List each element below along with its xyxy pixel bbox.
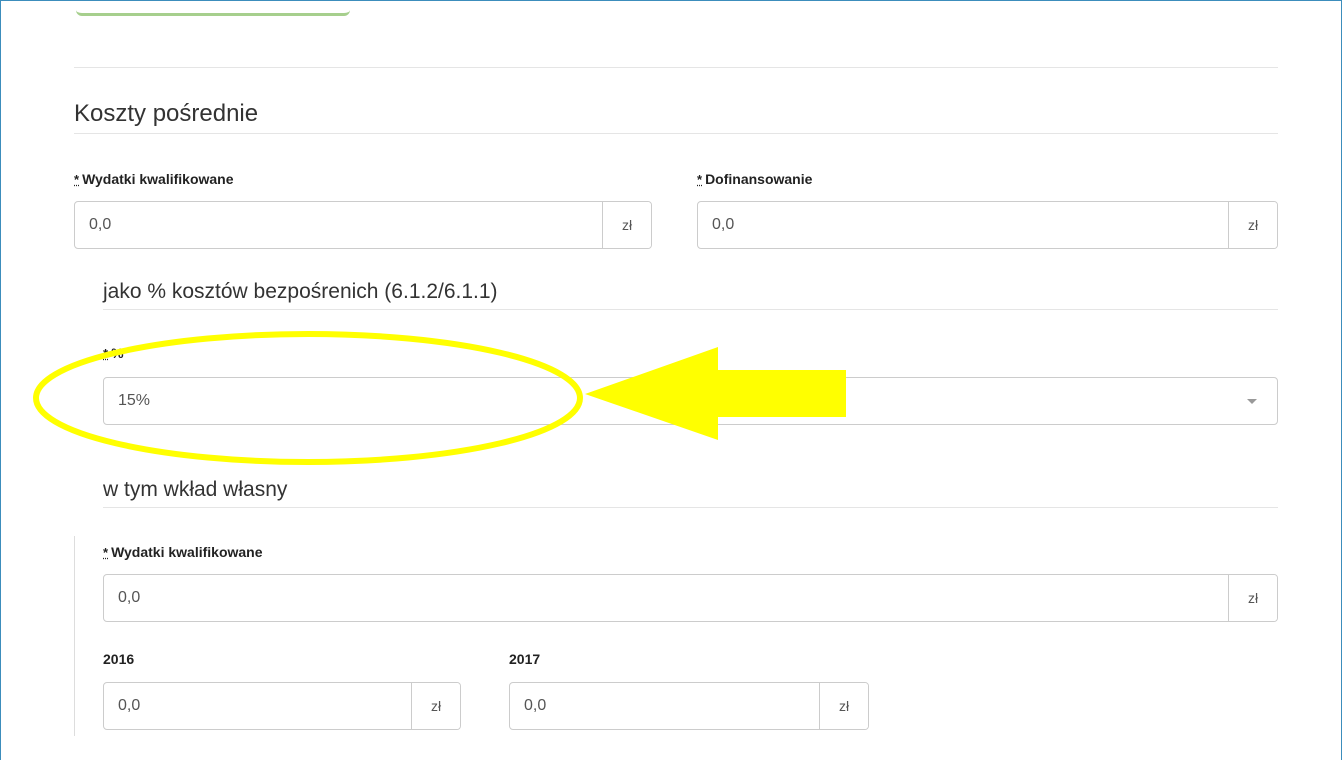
currency-addon: zł: [602, 202, 651, 248]
own-expenses-input[interactable]: 0,0: [104, 575, 1228, 621]
required-marker: *: [74, 172, 80, 187]
year-2017-input[interactable]: 0,0: [510, 683, 819, 729]
year-2016-label: 2016: [103, 651, 135, 667]
divider: [74, 67, 1278, 68]
year-2017-label: 2017: [509, 651, 541, 667]
percent-select[interactable]: 15%: [103, 377, 1278, 425]
own-contribution-title: w tym wkład własny: [103, 478, 288, 501]
nested-group-rule: [74, 536, 75, 736]
required-marker: *: [103, 346, 109, 361]
qualified-expenses-label-text: Wydatki kwalifikowane: [82, 171, 234, 187]
percent-label: *%: [103, 345, 124, 361]
currency-addon: zł: [1228, 575, 1277, 621]
previous-section-bar: [76, 0, 350, 16]
qualified-expenses-label: * Wydatki kwalifikowane: [74, 171, 234, 187]
dropdown-caret-icon: [1247, 399, 1257, 404]
own-expenses-input-group: 0,0 zł: [103, 574, 1278, 622]
section-title: Koszty pośrednie: [74, 100, 259, 127]
required-marker: *: [697, 172, 703, 187]
currency-addon: zł: [411, 683, 460, 729]
percent-select-value: 15%: [118, 392, 151, 409]
year-2017-input-group: 0,0 zł: [509, 682, 869, 730]
own-contribution-underline: [103, 507, 1278, 508]
qualified-expenses-input-group: 0,0 zł: [74, 201, 652, 249]
qualified-expenses-input[interactable]: 0,0: [75, 202, 602, 248]
required-marker: *: [103, 545, 109, 560]
section-title-underline: [74, 133, 1278, 134]
year-2016-input[interactable]: 0,0: [104, 683, 411, 729]
currency-addon: zł: [1228, 202, 1277, 248]
cofinancing-input[interactable]: 0,0: [698, 202, 1228, 248]
currency-addon: zł: [819, 683, 868, 729]
own-expenses-label-text: Wydatki kwalifikowane: [111, 544, 263, 560]
own-expenses-label: * Wydatki kwalifikowane: [103, 544, 263, 560]
year-2016-input-group: 0,0 zł: [103, 682, 461, 730]
percent-section-title: jako % kosztów bezpośrenich (6.1.2/6.1.1…: [103, 280, 498, 303]
percent-label-text: %: [111, 345, 124, 361]
cofinancing-label-text: Dofinansowanie: [705, 171, 813, 187]
cofinancing-label: * Dofinansowanie: [697, 171, 812, 187]
cofinancing-input-group: 0,0 zł: [697, 201, 1278, 249]
percent-section-underline: [103, 309, 1278, 310]
